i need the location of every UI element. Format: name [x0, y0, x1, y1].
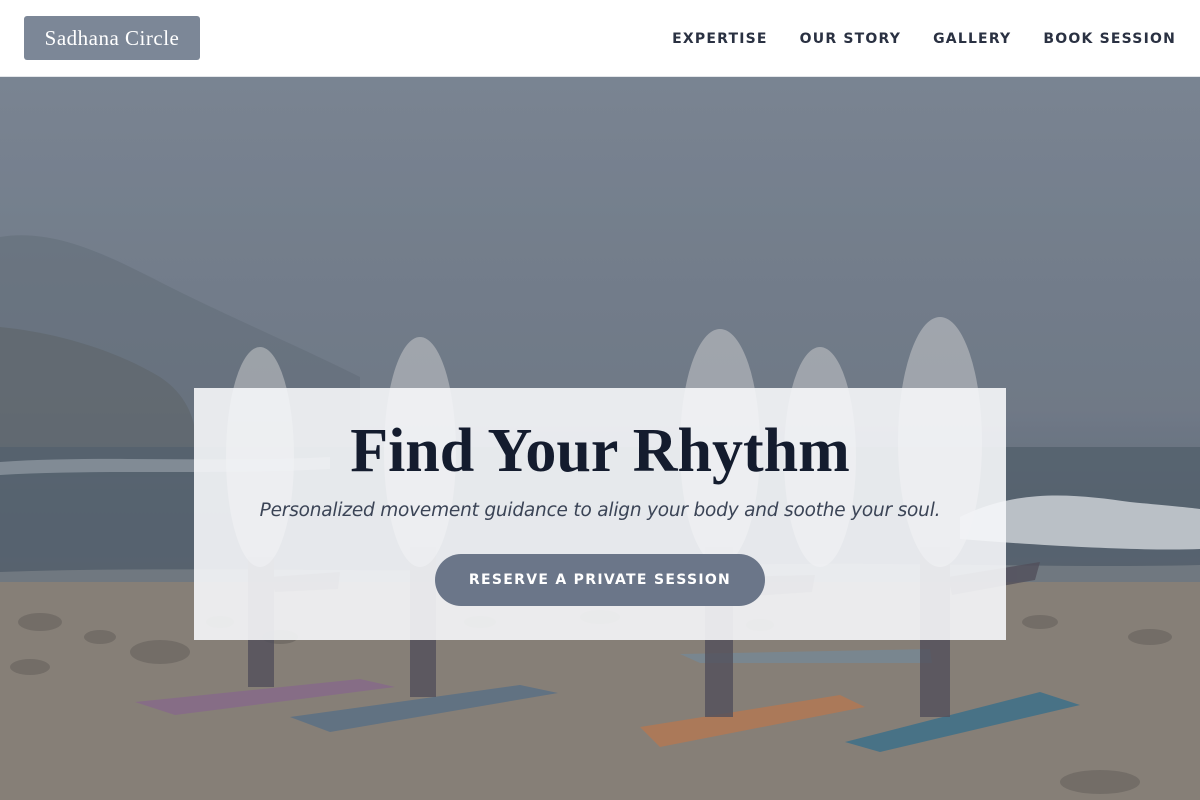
site-header: Sadhana Circle EXPERTISE OUR STORY GALLE… — [0, 0, 1200, 77]
reserve-session-button[interactable]: RESERVE A PRIVATE SESSION — [435, 554, 765, 606]
site-logo[interactable]: Sadhana Circle — [24, 16, 200, 60]
nav-link-expertise[interactable]: EXPERTISE — [672, 31, 768, 47]
hero-card: Find Your Rhythm Personalized movement g… — [194, 388, 1006, 640]
nav-link-gallery[interactable]: GALLERY — [933, 31, 1011, 47]
hero-section: Find Your Rhythm Personalized movement g… — [0, 77, 1200, 800]
nav-link-our-story[interactable]: OUR STORY — [800, 31, 901, 47]
hero-subtitle: Personalized movement guidance to align … — [259, 500, 941, 521]
hero-title: Find Your Rhythm — [350, 417, 850, 485]
main-nav: EXPERTISE OUR STORY GALLERY BOOK SESSION — [672, 0, 1176, 77]
nav-link-book-session[interactable]: BOOK SESSION — [1043, 31, 1176, 47]
